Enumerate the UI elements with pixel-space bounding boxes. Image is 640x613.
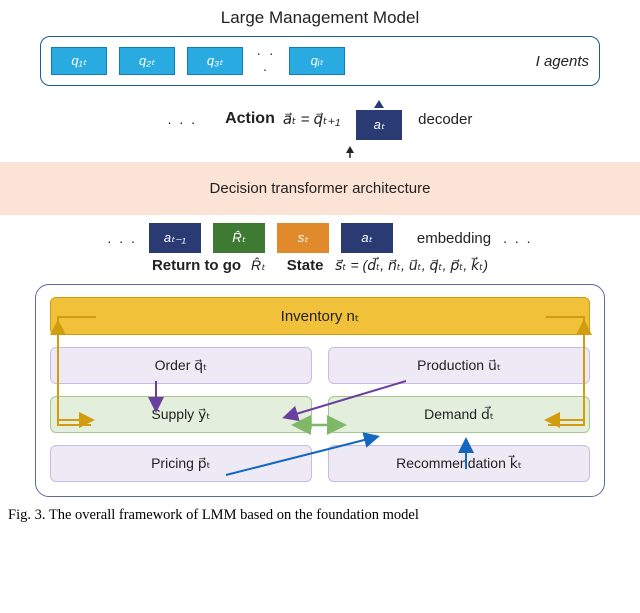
embedding-row: . . . aₜ₋₁ R̂ₜ sₜ aₜ embedding . . . xyxy=(0,223,640,253)
agent-qI: qᵢₜ xyxy=(289,47,345,75)
rtg-symbol: R̂ₜ xyxy=(251,257,265,273)
agent-row: q₁ₜ q₂ₜ q₃ₜ · · · qᵢₜ I agents xyxy=(40,36,600,86)
inventory-card: Inventory nₜ xyxy=(50,297,590,335)
decoder-label: decoder xyxy=(418,111,472,128)
pricing-card: Pricing p⃗ₜ xyxy=(50,445,312,482)
state-label: State xyxy=(287,257,324,274)
action-label: Action xyxy=(225,110,275,128)
rtg-label: Return to go xyxy=(152,257,241,274)
diagram-title: Large Management Model xyxy=(0,8,640,28)
supply-card: Supply y⃗ₜ xyxy=(50,396,312,433)
embed-rtg: R̂ₜ xyxy=(213,223,265,253)
recommendation-card: Recommendation k⃗ₜ xyxy=(328,445,590,482)
order-card: Order q⃗ₜ xyxy=(50,347,312,384)
environment-box: Inventory nₜ Order q⃗ₜ Production u⃗ₜ Su… xyxy=(35,284,605,497)
agent-q1: q₁ₜ xyxy=(51,47,107,75)
figure-caption: Fig. 3. The overall framework of LMM bas… xyxy=(8,507,640,524)
arrow-up-small-icon xyxy=(343,144,357,158)
state-return-row: Return to go R̂ₜ State s⃗ₜ = (d⃗ₜ, n⃗ₜ, … xyxy=(0,257,640,274)
demand-card: Demand d⃗ₜ xyxy=(328,396,590,433)
agent-q3: q₃ₜ xyxy=(187,47,243,75)
action-left-ellipsis: . . . xyxy=(168,111,197,127)
embed-a: aₜ xyxy=(341,223,393,253)
embed-a-prev: aₜ₋₁ xyxy=(149,223,201,253)
embedding-label: embedding xyxy=(417,230,491,247)
embed-state: sₜ xyxy=(277,223,329,253)
action-row: . . . Action a⃗ₜ = q⃗ₜ₊₁ aₜ decoder xyxy=(0,98,640,140)
embed-right-ellipsis: . . . xyxy=(503,230,532,246)
agents-count-label: I agents xyxy=(536,53,589,70)
production-card: Production u⃗ₜ xyxy=(328,347,590,384)
action-equation: a⃗ₜ = q⃗ₜ₊₁ xyxy=(283,110,340,128)
decision-transformer: Decision transformer architecture xyxy=(0,162,640,215)
state-equation: s⃗ₜ = (d⃗ₜ, n⃗ₜ, u⃗ₜ, q⃗ₜ, p⃗ₜ, k⃗ₜ) xyxy=(335,257,488,273)
action-box: aₜ xyxy=(356,110,402,140)
embed-left-ellipsis: . . . xyxy=(107,230,136,246)
agent-q2: q₂ₜ xyxy=(119,47,175,75)
agent-ellipsis: · · · xyxy=(255,45,277,77)
